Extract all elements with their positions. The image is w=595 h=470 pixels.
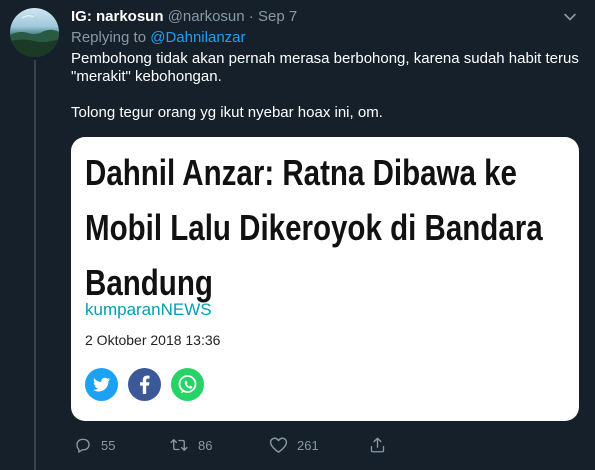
facebook-icon[interactable] [128, 368, 161, 401]
user-handle[interactable]: @narkosun [168, 8, 245, 25]
twitter-icon[interactable] [85, 368, 118, 401]
heart-icon [269, 437, 288, 453]
tweet-header: IG: narkosun @narkosun · Sep 7 [71, 8, 297, 26]
tweet-paragraph: Pembohong tidak akan pernah merasa berbo… [71, 50, 579, 85]
share-action[interactable] [369, 436, 395, 454]
link-card[interactable]: Dahnil Anzar: Ratna Dibawa ke Mobil Lalu… [71, 137, 579, 421]
card-date: 2 Oktober 2018 13:36 [85, 332, 221, 348]
share-icon [370, 437, 385, 453]
like-action[interactable]: 261 [269, 436, 319, 454]
tweet-text: Pembohong tidak akan pernah merasa berbo… [71, 50, 586, 122]
card-source[interactable]: kumparanNEWS [85, 300, 212, 320]
separator-dot: · [248, 8, 254, 25]
card-headline[interactable]: Dahnil Anzar: Ratna Dibawa ke Mobil Lalu… [85, 145, 552, 310]
chevron-down-icon[interactable] [563, 10, 577, 24]
whatsapp-icon[interactable] [171, 368, 204, 401]
tweet-date[interactable]: Sep 7 [258, 8, 297, 25]
tweet-paragraph: Tolong tegur orang yg ikut nyebar hoax i… [71, 104, 383, 121]
avatar[interactable] [10, 8, 59, 57]
reply-action[interactable]: 55 [74, 436, 115, 454]
retweet-count: 86 [198, 437, 213, 453]
like-count: 261 [297, 437, 319, 453]
replying-handle[interactable]: @Dahnilanzar [150, 29, 245, 46]
reply-count: 55 [101, 437, 116, 453]
replying-to: Replying to @Dahnilanzar [71, 29, 246, 47]
replying-prefix: Replying to [71, 29, 147, 46]
retweet-action[interactable]: 86 [169, 436, 212, 454]
thread-line [34, 60, 36, 470]
avatar-image [10, 15, 59, 57]
retweet-icon [170, 439, 188, 451]
reply-icon [76, 438, 90, 453]
display-name[interactable]: IG: narkosun [71, 8, 164, 25]
